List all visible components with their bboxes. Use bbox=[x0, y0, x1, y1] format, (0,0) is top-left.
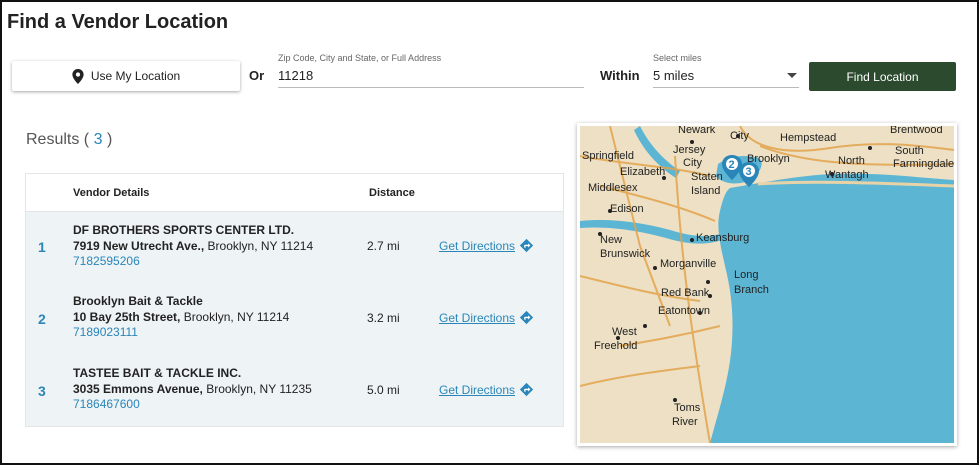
vendor-phone[interactable]: 7182595206 bbox=[73, 254, 313, 270]
map-label: Farmingdale bbox=[893, 158, 954, 170]
row-index: 3 bbox=[38, 383, 46, 399]
vendor-city: Brooklyn, NY 11235 bbox=[206, 381, 312, 396]
map-label: Springfield bbox=[582, 150, 634, 162]
vendor-details: Brooklyn Bait & Tackle 10 Bay 25th Stree… bbox=[73, 294, 289, 341]
vendor-name: TASTEE BAIT & TACKLE INC. bbox=[73, 366, 242, 380]
map-label: Wantagh bbox=[825, 169, 869, 181]
column-header-vendor: Vendor Details bbox=[73, 187, 150, 199]
vendor-phone[interactable]: 7186467600 bbox=[73, 397, 312, 413]
map-label: Branch bbox=[734, 284, 769, 296]
map-label: Newark bbox=[678, 126, 716, 136]
get-directions-label: Get Directions bbox=[439, 238, 516, 253]
row-index: 1 bbox=[38, 239, 46, 255]
map-ocean bbox=[710, 173, 954, 443]
miles-select[interactable]: 5 miles bbox=[653, 64, 799, 88]
results-count: 3 bbox=[93, 131, 103, 148]
map-card[interactable]: Newark City Hempstead Brentwood Springfi… bbox=[577, 123, 957, 446]
within-label: Within bbox=[600, 68, 640, 83]
map-label: Keansburg bbox=[696, 232, 749, 244]
vendor-details: DF BROTHERS SPORTS CENTER LTD. 7919 New … bbox=[73, 223, 313, 270]
column-header-distance: Distance bbox=[369, 187, 415, 199]
or-label: Or bbox=[249, 68, 265, 83]
vendor-city: Brooklyn, NY 11214 bbox=[183, 309, 290, 324]
use-my-location-button[interactable]: Use My Location bbox=[12, 61, 240, 91]
map-marker-label: 3 bbox=[746, 166, 752, 178]
vendor-phone[interactable]: 7189023111 bbox=[73, 325, 289, 341]
map-label: Toms bbox=[674, 402, 701, 414]
map-label: New bbox=[600, 234, 622, 246]
vendor-name: Brooklyn Bait & Tackle bbox=[73, 294, 203, 308]
miles-select-value: 5 miles bbox=[653, 68, 695, 83]
vendor-city: Brooklyn, NY 11214 bbox=[207, 238, 314, 253]
results-table: Vendor Details Distance 1 DF BROTHERS SP… bbox=[25, 173, 564, 427]
map-label: Edison bbox=[610, 203, 644, 215]
map-label: Hempstead bbox=[780, 132, 836, 144]
vendor-street: 7919 New Utrecht Ave., bbox=[73, 238, 205, 253]
map-marker-label: 2 bbox=[729, 159, 735, 171]
map-label: North bbox=[838, 155, 865, 167]
vendor-distance: 2.7 mi bbox=[367, 239, 400, 253]
table-row: 3 TASTEE BAIT & TACKLE INC. 3035 Emmons … bbox=[26, 366, 563, 436]
map-label: City bbox=[683, 157, 702, 169]
use-my-location-label: Use My Location bbox=[90, 69, 181, 83]
vendor-distance: 3.2 mi bbox=[367, 311, 400, 325]
table-row: 1 DF BROTHERS SPORTS CENTER LTD. 7919 Ne… bbox=[26, 223, 563, 293]
map-label: Brentwood bbox=[890, 126, 943, 136]
map-label: South bbox=[895, 145, 924, 157]
directions-icon bbox=[519, 238, 534, 253]
map-label: Staten bbox=[691, 171, 723, 183]
vendor-street: 3035 Emmons Avenue, bbox=[73, 381, 203, 396]
map-label: Long bbox=[734, 269, 758, 281]
row-index: 2 bbox=[38, 311, 46, 327]
map-label: City bbox=[730, 130, 749, 142]
vendor-name: DF BROTHERS SPORTS CENTER LTD. bbox=[73, 223, 295, 237]
results-heading-prefix: Results ( bbox=[26, 131, 90, 148]
map-label: Eatontown bbox=[658, 305, 710, 317]
results-table-header: Vendor Details Distance bbox=[26, 174, 563, 212]
directions-icon bbox=[519, 382, 534, 397]
location-pin-icon bbox=[72, 68, 84, 84]
results-heading: Results ( 3 ) bbox=[26, 131, 112, 149]
vendor-details: TASTEE BAIT & TACKLE INC. 3035 Emmons Av… bbox=[73, 366, 312, 413]
zip-input[interactable] bbox=[278, 64, 584, 88]
get-directions-link[interactable]: Get Directions bbox=[439, 238, 534, 253]
page-title: Find a Vendor Location bbox=[7, 11, 229, 33]
table-row: 2 Brooklyn Bait & Tackle 10 Bay 25th Str… bbox=[26, 294, 563, 364]
get-directions-label: Get Directions bbox=[439, 310, 516, 325]
map-label: Red Bank bbox=[661, 287, 710, 299]
map-label: Freehold bbox=[594, 340, 637, 352]
map-label: River bbox=[672, 416, 698, 428]
map-label: West bbox=[612, 326, 637, 338]
get-directions-link[interactable]: Get Directions bbox=[439, 382, 534, 397]
results-heading-suffix: ) bbox=[106, 131, 113, 148]
map-label: Jersey bbox=[673, 144, 706, 156]
map-label: Brunswick bbox=[600, 248, 651, 260]
get-directions-label: Get Directions bbox=[439, 382, 516, 397]
zip-caption: Zip Code, City and State, or Full Addres… bbox=[278, 53, 442, 63]
miles-caption: Select miles bbox=[653, 53, 702, 63]
get-directions-link[interactable]: Get Directions bbox=[439, 310, 534, 325]
map-label: Middlesex bbox=[588, 182, 638, 194]
map-label: Morganville bbox=[660, 258, 716, 270]
chevron-down-icon bbox=[787, 73, 797, 78]
vendor-distance: 5.0 mi bbox=[367, 383, 400, 397]
vendor-street: 10 Bay 25th Street, bbox=[73, 309, 181, 324]
find-location-button[interactable]: Find Location bbox=[809, 62, 956, 91]
directions-icon bbox=[519, 310, 534, 325]
map[interactable]: Newark City Hempstead Brentwood Springfi… bbox=[580, 126, 954, 443]
map-label: Island bbox=[691, 185, 720, 197]
map-label: Elizabeth bbox=[620, 166, 665, 178]
